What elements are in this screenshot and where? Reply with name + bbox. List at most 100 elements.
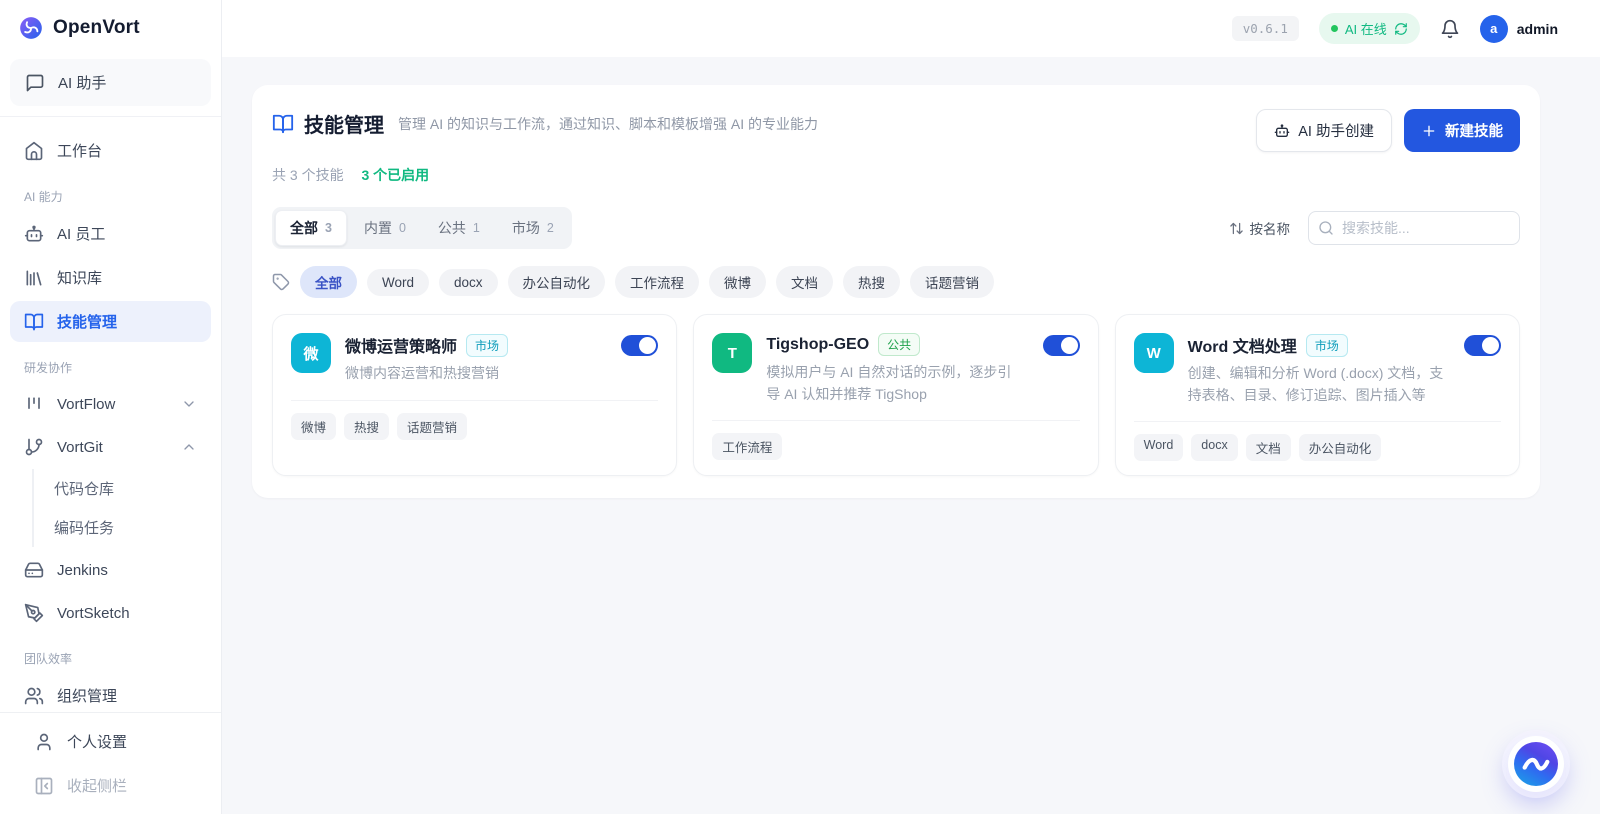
sidebar-item-workbench[interactable]: 工作台: [10, 130, 211, 171]
tab-builtin[interactable]: 内置 0: [349, 210, 421, 246]
panel-collapse-icon: [35, 777, 53, 794]
sidebar-item-label: 个人设置: [67, 734, 128, 751]
sidebar-item-label: 组织管理: [57, 688, 118, 705]
robot-icon: [24, 225, 44, 241]
filter-pill-word[interactable]: Word: [367, 268, 430, 296]
skill-enable-toggle[interactable]: [1464, 335, 1501, 356]
sidebar-item-settings[interactable]: 个人设置: [20, 721, 201, 762]
title-wrap: 技能管理 管理 AI 的知识与工作流，通过知识、脚本和模板增强 AI 的专业能力: [272, 109, 818, 138]
book-open-icon: [24, 313, 44, 330]
skills-enabled-count: 3 个已启用: [361, 167, 430, 183]
page-subtitle: 管理 AI 的知识与工作流，通过知识、脚本和模板增强 AI 的专业能力: [398, 115, 819, 132]
users-icon: [24, 687, 44, 704]
tab-label: 内置: [363, 220, 392, 236]
card-title-row: Tigshop-GEO 公共: [766, 333, 1028, 356]
sidebar-section-ai: AI 能力: [24, 190, 63, 204]
search-box: [1308, 211, 1520, 245]
filter-pill-office[interactable]: 办公自动化: [507, 266, 606, 298]
skill-description: 微博内容运营和热搜营销: [345, 365, 499, 381]
ai-assistant-orb-button[interactable]: [1508, 736, 1564, 792]
sidebar-item-label: 工作台: [57, 143, 103, 160]
sidebar-item-org[interactable]: 组织管理: [10, 675, 211, 712]
filter-pill-weibo[interactable]: 微博: [709, 266, 767, 298]
skill-enable-toggle[interactable]: [621, 335, 659, 356]
sidebar-bottom: 个人设置 收起侧栏: [0, 712, 221, 814]
refresh-icon[interactable]: [1394, 22, 1408, 36]
sidebar-item-vortflow[interactable]: VortFlow: [10, 384, 211, 424]
skill-tag: docx: [1191, 434, 1238, 462]
tab-count: 2: [546, 221, 554, 235]
tab-public[interactable]: 公共 1: [423, 210, 495, 246]
brand-logo[interactable]: OpenVort: [0, 0, 221, 55]
filter-tabs: 全部 3 内置 0 公共 1 市场 2: [272, 207, 572, 249]
sidebar-item-knowledge[interactable]: 知识库: [10, 257, 211, 298]
sidebar-item-jenkins[interactable]: Jenkins: [10, 550, 211, 590]
tab-all[interactable]: 全部 3: [275, 210, 347, 246]
sidebar-section-team: 团队效率: [24, 652, 73, 666]
online-dot: [1330, 25, 1338, 32]
git-branch-icon: [25, 438, 43, 456]
toolbar: 全部 3 内置 0 公共 1 市场 2 按名称 搜索技能...: [272, 207, 1520, 249]
sidebar-item-vortsketch[interactable]: VortSketch: [10, 593, 211, 633]
sidebar-item-ai-assistant[interactable]: AI 助手: [10, 59, 211, 106]
card-top: T Tigshop-GEO 公共 模拟用户与 AI 自然对话的示例，逐步引导 A…: [712, 333, 1080, 405]
tag-filters: 全部 Word docx 办公自动化 工作流程 微博 文档 热搜 话题营销: [272, 266, 1520, 298]
tab-market[interactable]: 市场 2: [497, 210, 569, 246]
skill-card-tigshop[interactable]: T Tigshop-GEO 公共 模拟用户与 AI 自然对话的示例，逐步引导 A…: [693, 314, 1099, 477]
book-open-icon: [272, 114, 294, 133]
sidebar-item-label: 技能管理: [57, 314, 118, 331]
ai-create-button[interactable]: AI 助手创建: [1256, 109, 1392, 152]
skill-avatar: W: [1133, 333, 1174, 373]
sort-by-name-button[interactable]: 按名称: [1229, 218, 1291, 238]
tab-count: 1: [472, 221, 480, 235]
notifications-button[interactable]: [1440, 19, 1460, 39]
ai-status-badge[interactable]: AI 在线: [1318, 13, 1420, 44]
skill-card-weibo[interactable]: 微 微博运营策略师 市场 微博内容运营和热搜营销 微博 热搜 话题营销: [272, 314, 678, 477]
sidebar-item-label: VortSketch: [57, 604, 130, 622]
skills-stats: 共 3 个技能 3 个已启用: [272, 165, 1520, 185]
skill-description: 创建、编辑和分析 Word (.docx) 文档，支持表格、目录、修订追踪、图片…: [1187, 365, 1444, 403]
vortgit-subitems: 代码仓库 编码任务: [32, 469, 221, 547]
card-info: Tigshop-GEO 公共 模拟用户与 AI 自然对话的示例，逐步引导 AI …: [766, 333, 1028, 405]
version-badge: v0.6.1: [1231, 16, 1299, 41]
search-input[interactable]: [1308, 211, 1520, 245]
filter-pill-workflow[interactable]: 工作流程: [615, 266, 700, 298]
tab-count: 3: [325, 221, 332, 235]
user-menu[interactable]: a admin: [1479, 14, 1558, 43]
filter-pill-docx[interactable]: docx: [439, 268, 498, 296]
skill-tag: Word: [1133, 434, 1184, 462]
skill-cards: 微 微博运营策略师 市场 微博内容运营和热搜营销 微博 热搜 话题营销 T Ti…: [272, 314, 1520, 477]
sidebar-subitem-coding-task[interactable]: 编码任务: [34, 508, 221, 547]
sidebar-nav: 工作台 AI 能力 AI 员工 知识库 技能管理 研发协作 VortFlow V…: [0, 121, 221, 712]
skill-badge: 公共: [878, 333, 921, 356]
filter-pill-hot[interactable]: 热搜: [843, 266, 901, 298]
sidebar-item-label: AI 助手: [58, 75, 107, 92]
skill-tag: 办公自动化: [1298, 434, 1382, 462]
new-skill-button[interactable]: 新建技能: [1404, 109, 1520, 152]
filter-pill-all[interactable]: 全部: [300, 266, 357, 298]
sidebar-item-skills[interactable]: 技能管理: [10, 301, 211, 342]
card-tags: 微博 热搜 话题营销: [291, 399, 659, 440]
sidebar-item-vortgit[interactable]: VortGit: [10, 427, 211, 467]
filter-pill-topic[interactable]: 话题营销: [910, 266, 995, 298]
app-root: OpenVort AI 助手 工作台 AI 能力 AI 员工 知识库 技能管理 …: [0, 0, 1600, 814]
card-top: 微 微博运营策略师 市场 微博内容运营和热搜营销: [291, 333, 659, 385]
sidebar-subitem-repo[interactable]: 代码仓库: [34, 469, 221, 508]
sidebar-item-ai-staff[interactable]: AI 员工: [10, 213, 211, 254]
toolbar-right: 按名称: [1229, 211, 1520, 245]
username: admin: [1516, 20, 1558, 37]
sidebar-item-label: AI 员工: [57, 226, 106, 243]
kanban-icon: [28, 397, 40, 409]
card-info: Word 文档处理 市场 创建、编辑和分析 Word (.docx) 文档，支持…: [1188, 333, 1450, 406]
filter-pill-doc[interactable]: 文档: [776, 266, 834, 298]
card-title-row: Word 文档处理 市场: [1188, 333, 1450, 357]
skill-tag: 热搜: [344, 412, 390, 440]
skill-avatar: T: [712, 333, 753, 373]
sort-label: 按名称: [1249, 222, 1291, 237]
skill-card-word[interactable]: W Word 文档处理 市场 创建、编辑和分析 Word (.docx) 文档，…: [1114, 314, 1520, 477]
content-area: 技能管理 管理 AI 的知识与工作流，通过知识、脚本和模板增强 AI 的专业能力…: [222, 57, 1600, 814]
skill-title: Tigshop-GEO: [766, 335, 870, 353]
sidebar-item-label: VortFlow: [57, 395, 116, 413]
sidebar-collapse-button[interactable]: 收起侧栏: [20, 765, 201, 806]
skill-enable-toggle[interactable]: [1042, 335, 1080, 356]
